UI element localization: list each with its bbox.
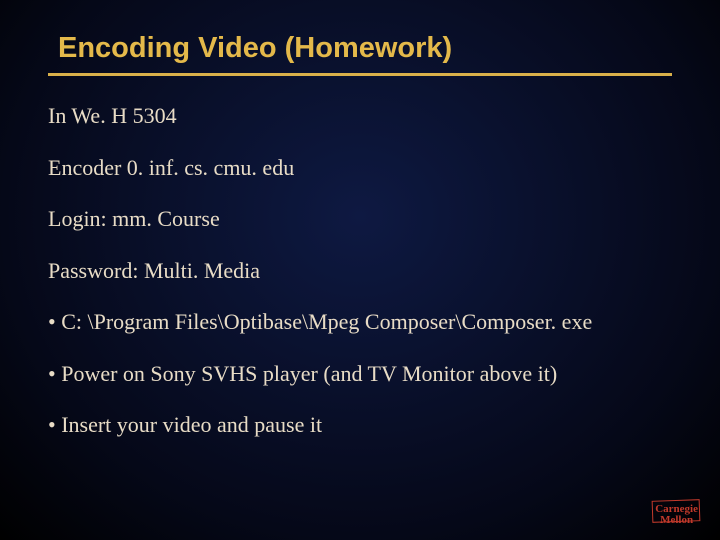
bullet-insert: • Insert your video and pause it [48,411,672,439]
bullet-path: • C: \Program Files\Optibase\Mpeg Compos… [48,308,672,336]
line-login: Login: mm. Course [48,205,672,233]
slide-title: Encoding Video (Homework) [48,32,672,73]
bullet-power: • Power on Sony SVHS player (and TV Moni… [48,360,672,388]
line-password: Password: Multi. Media [48,257,672,285]
line-host: Encoder 0. inf. cs. cmu. edu [48,154,672,182]
slide: Encoding Video (Homework) In We. H 5304 … [0,0,720,540]
title-divider [48,73,672,76]
slide-body: In We. H 5304 Encoder 0. inf. cs. cmu. e… [48,102,672,439]
logo-box-icon [652,499,701,523]
line-location: In We. H 5304 [48,102,672,130]
carnegie-mellon-logo: Carnegie Mellon [655,504,698,526]
